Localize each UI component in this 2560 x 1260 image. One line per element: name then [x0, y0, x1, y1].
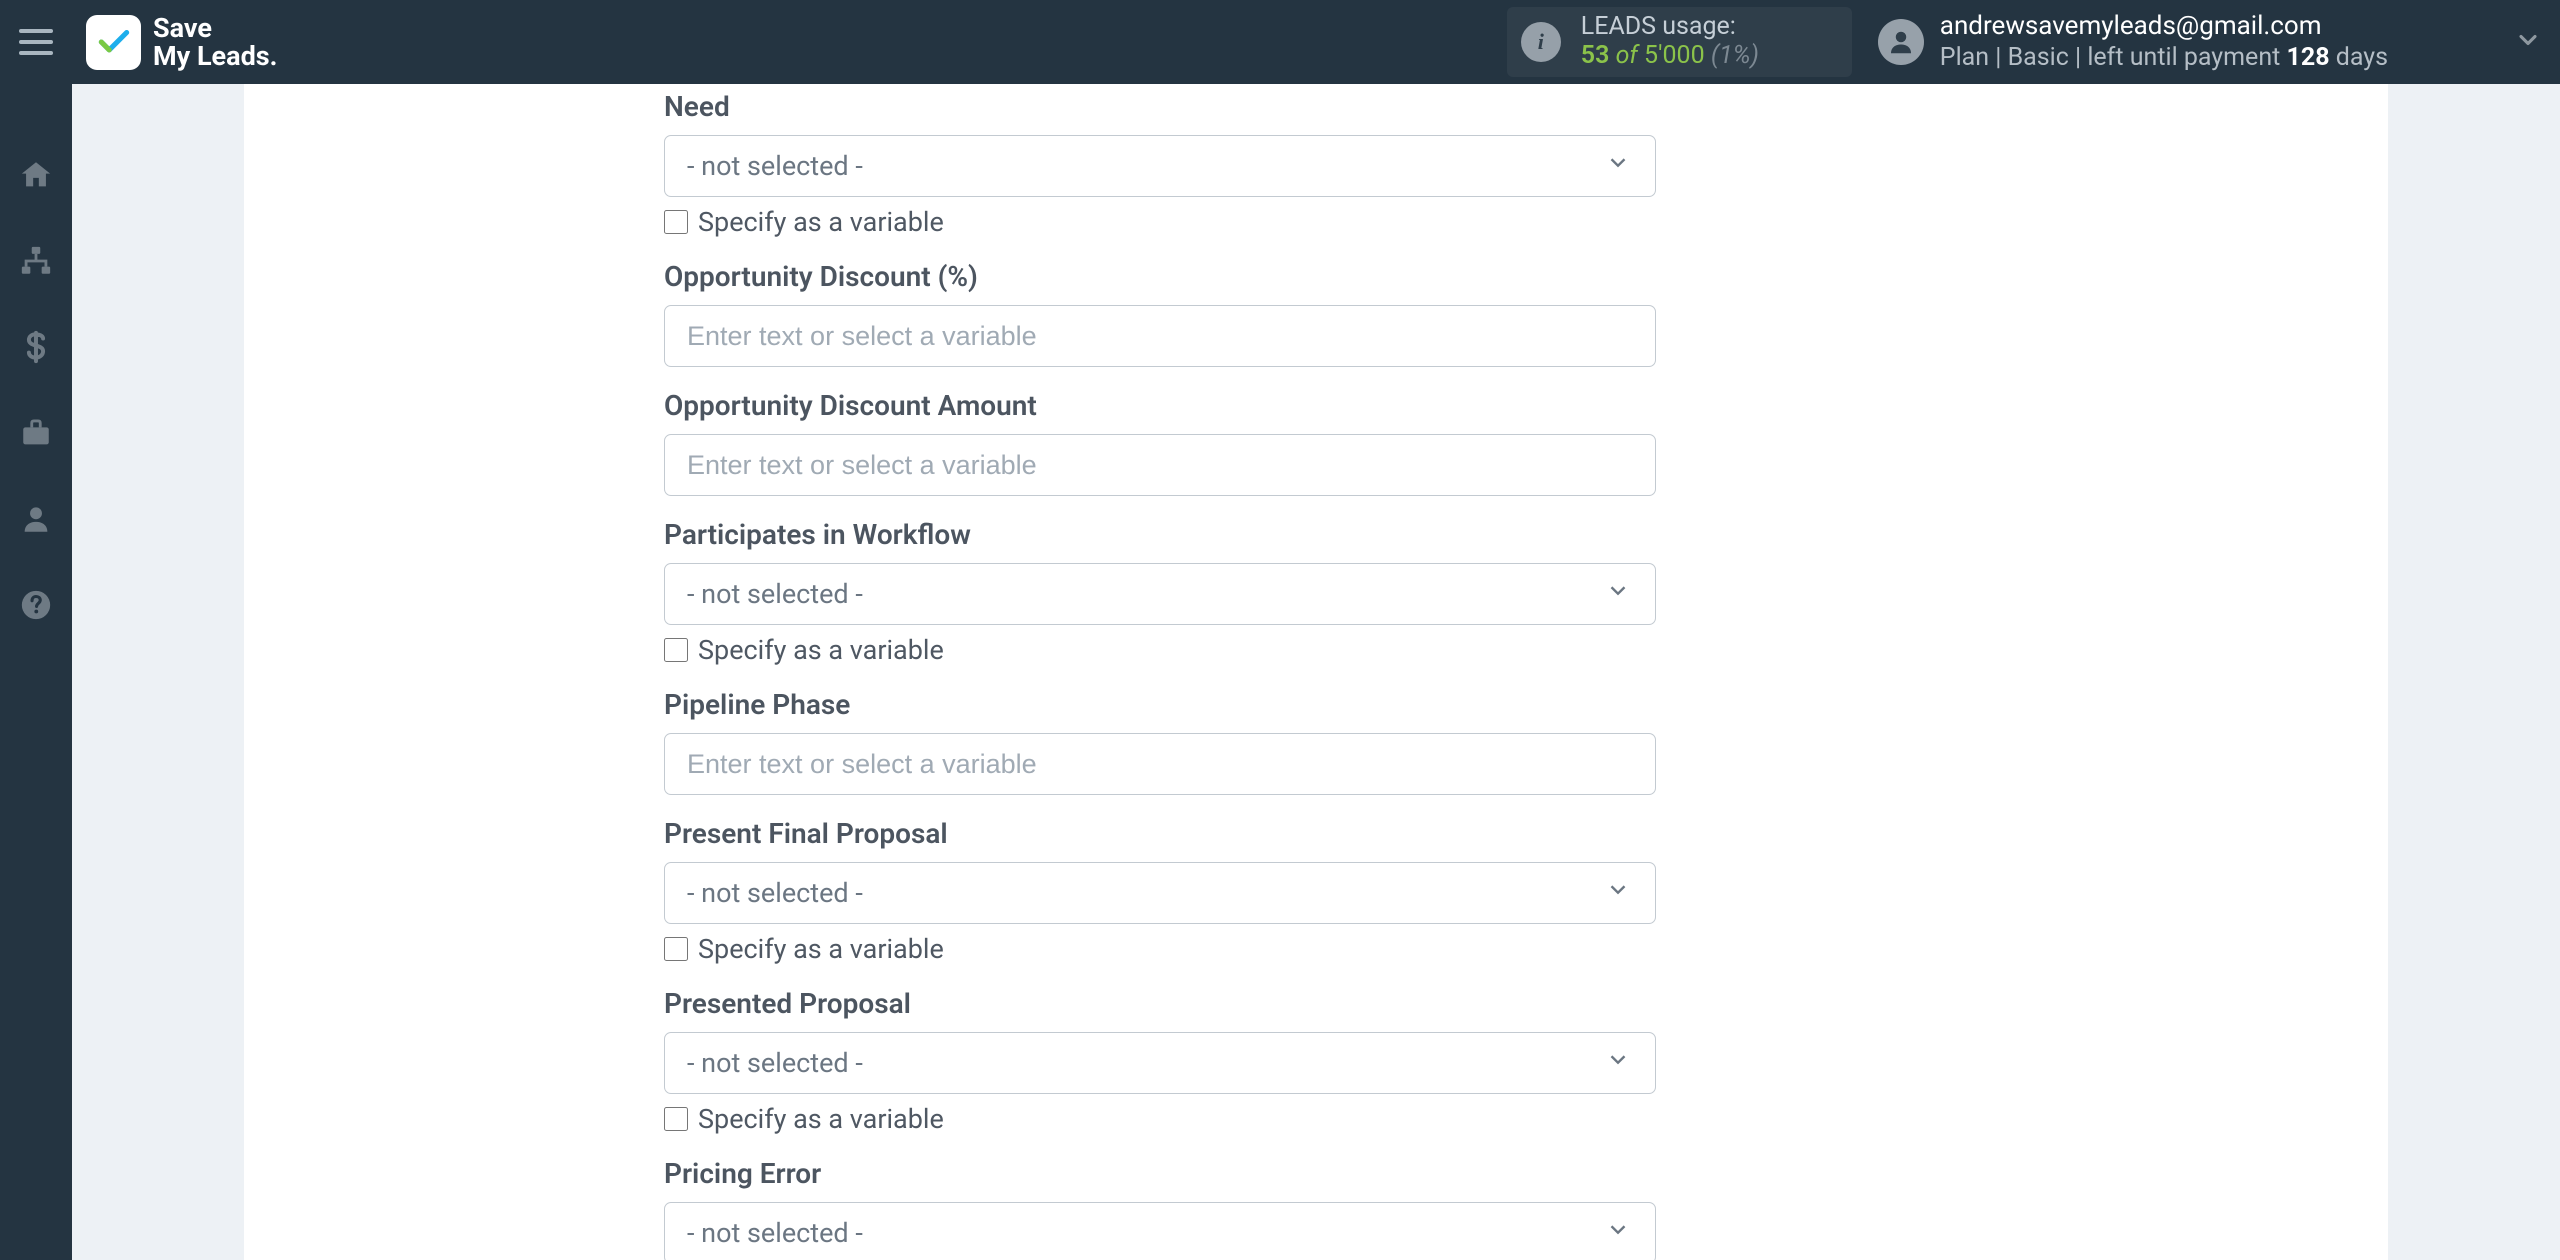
menu-toggle-button[interactable] [0, 0, 72, 84]
field-group: Pipeline Phase [664, 688, 1656, 795]
brand-line2: My Leads. [153, 42, 277, 70]
select-dropdown[interactable]: - not selected - [664, 135, 1656, 197]
hamburger-line-icon [19, 29, 53, 33]
plan-days-num: 128 [2287, 43, 2330, 72]
select-value: - not selected - [687, 1047, 863, 1079]
user-icon [19, 502, 53, 536]
specify-variable-label: Specify as a variable [698, 1103, 944, 1135]
variable-text-input[interactable] [687, 306, 1633, 366]
chevron-down-icon[interactable] [2514, 26, 2542, 58]
brand-logo[interactable]: Save My Leads. [86, 14, 277, 71]
select-value: - not selected - [687, 877, 863, 909]
briefcase-icon [19, 416, 53, 450]
variable-text-input[interactable] [687, 734, 1633, 794]
chevron-down-icon [1605, 1047, 1631, 1080]
user-menu[interactable]: andrewsavemyleads@gmail.com Plan | Basic… [1878, 11, 2542, 72]
sitemap-icon [19, 244, 53, 278]
usage-values: 53 of 5'000 (1%) [1581, 42, 1759, 71]
select-value: - not selected - [687, 1217, 863, 1249]
field-label: Present Final Proposal [664, 817, 1656, 850]
plan-name: Basic [2008, 43, 2069, 72]
user-email: andrewsavemyleads@gmail.com [1940, 11, 2388, 42]
field-group: Present Final Proposal - not selected - Sp… [664, 817, 1656, 965]
sidebar-item-home[interactable] [0, 150, 72, 200]
field-label: Pipeline Phase [664, 688, 1656, 721]
chevron-down-icon [1605, 1217, 1631, 1250]
field-label: Pricing Error [664, 1157, 1656, 1190]
specify-variable-checkbox[interactable] [664, 210, 688, 234]
specify-variable-checkbox-row[interactable]: Specify as a variable [664, 206, 1656, 238]
specify-variable-label: Specify as a variable [698, 933, 944, 965]
text-input-wrapper [664, 305, 1656, 367]
select-dropdown[interactable]: - not selected - [664, 1032, 1656, 1094]
page-scroll-area[interactable]: Need - not selected - Specify as a variabl… [72, 84, 2560, 1260]
sidebar-item-account[interactable] [0, 494, 72, 544]
chevron-down-icon [1605, 150, 1631, 183]
leads-usage-box[interactable]: i LEADS usage: 53 of 5'000 (1%) [1507, 7, 1852, 77]
variable-text-input[interactable] [687, 435, 1633, 495]
specify-variable-checkbox-row[interactable]: Specify as a variable [664, 1103, 1656, 1135]
select-dropdown[interactable]: - not selected - [664, 862, 1656, 924]
text-input-wrapper [664, 733, 1656, 795]
select-dropdown[interactable]: - not selected - [664, 563, 1656, 625]
field-label: Participates in Workflow [664, 518, 1656, 551]
specify-variable-checkbox[interactable] [664, 937, 688, 961]
dollar-icon [19, 330, 53, 364]
brand-line1: Save [153, 14, 277, 42]
hamburger-line-icon [19, 51, 53, 55]
form-card: Need - not selected - Specify as a variabl… [244, 84, 2388, 1260]
usage-of: of [1616, 41, 1638, 70]
info-icon: i [1521, 22, 1561, 62]
usage-used: 53 [1581, 41, 1610, 70]
hamburger-line-icon [19, 40, 53, 44]
field-group: Presented Proposal - not selected - Specif… [664, 987, 1656, 1135]
plan-prefix: Plan | [1940, 43, 2002, 72]
specify-variable-checkbox-row[interactable]: Specify as a variable [664, 634, 1656, 666]
sidebar-item-connections[interactable] [0, 236, 72, 286]
field-label: Need [664, 90, 1656, 123]
select-value: - not selected - [687, 150, 863, 182]
field-group: Participates in Workflow - not selected -… [664, 518, 1656, 666]
plan-row: Plan | Basic | left until payment 128 da… [1940, 43, 2388, 73]
field-group: Opportunity Discount (%) [664, 260, 1656, 367]
brand-name: Save My Leads. [153, 14, 277, 71]
usage-total: 5'000 [1644, 41, 1705, 70]
field-label: Opportunity Discount (%) [664, 260, 1656, 293]
header-right: i LEADS usage: 53 of 5'000 (1%) andr [1507, 7, 2542, 77]
logo-icon [86, 15, 141, 70]
field-group: Opportunity Discount Amount [664, 389, 1656, 496]
select-dropdown[interactable]: - not selected - [664, 1202, 1656, 1260]
sidebar-item-help[interactable] [0, 580, 72, 630]
chevron-down-icon [1605, 877, 1631, 910]
field-group: Need - not selected - Specify as a variabl… [664, 90, 1656, 238]
field-label: Presented Proposal [664, 987, 1656, 1020]
plan-days-word: days [2336, 43, 2388, 72]
text-input-wrapper [664, 434, 1656, 496]
field-group: Pricing Error- not selected -Specify as … [664, 1157, 1656, 1260]
plan-mid: | left until payment [2075, 43, 2287, 72]
specify-variable-label: Specify as a variable [698, 634, 944, 666]
select-value: - not selected - [687, 578, 863, 610]
specify-variable-checkbox-row[interactable]: Specify as a variable [664, 933, 1656, 965]
home-icon [19, 158, 53, 192]
usage-pct: (1%) [1711, 41, 1759, 70]
specify-variable-label: Specify as a variable [698, 206, 944, 238]
avatar [1878, 19, 1924, 65]
usage-label: LEADS usage: [1581, 13, 1759, 42]
sidebar-item-billing[interactable] [0, 322, 72, 372]
sidebar-item-work[interactable] [0, 408, 72, 458]
specify-variable-checkbox[interactable] [664, 638, 688, 662]
help-icon [19, 588, 53, 622]
leads-usage-text: LEADS usage: 53 of 5'000 (1%) [1581, 13, 1759, 71]
field-label: Opportunity Discount Amount [664, 389, 1656, 422]
left-sidebar [0, 84, 72, 1260]
specify-variable-checkbox[interactable] [664, 1107, 688, 1131]
header-left: Save My Leads. [0, 0, 277, 84]
chevron-down-icon [1605, 578, 1631, 611]
user-info: andrewsavemyleads@gmail.com Plan | Basic… [1940, 11, 2388, 72]
app-header: Save My Leads. i LEADS usage: 53 of 5'00… [0, 0, 2560, 84]
mapping-form: Need - not selected - Specify as a variabl… [664, 84, 1656, 1260]
